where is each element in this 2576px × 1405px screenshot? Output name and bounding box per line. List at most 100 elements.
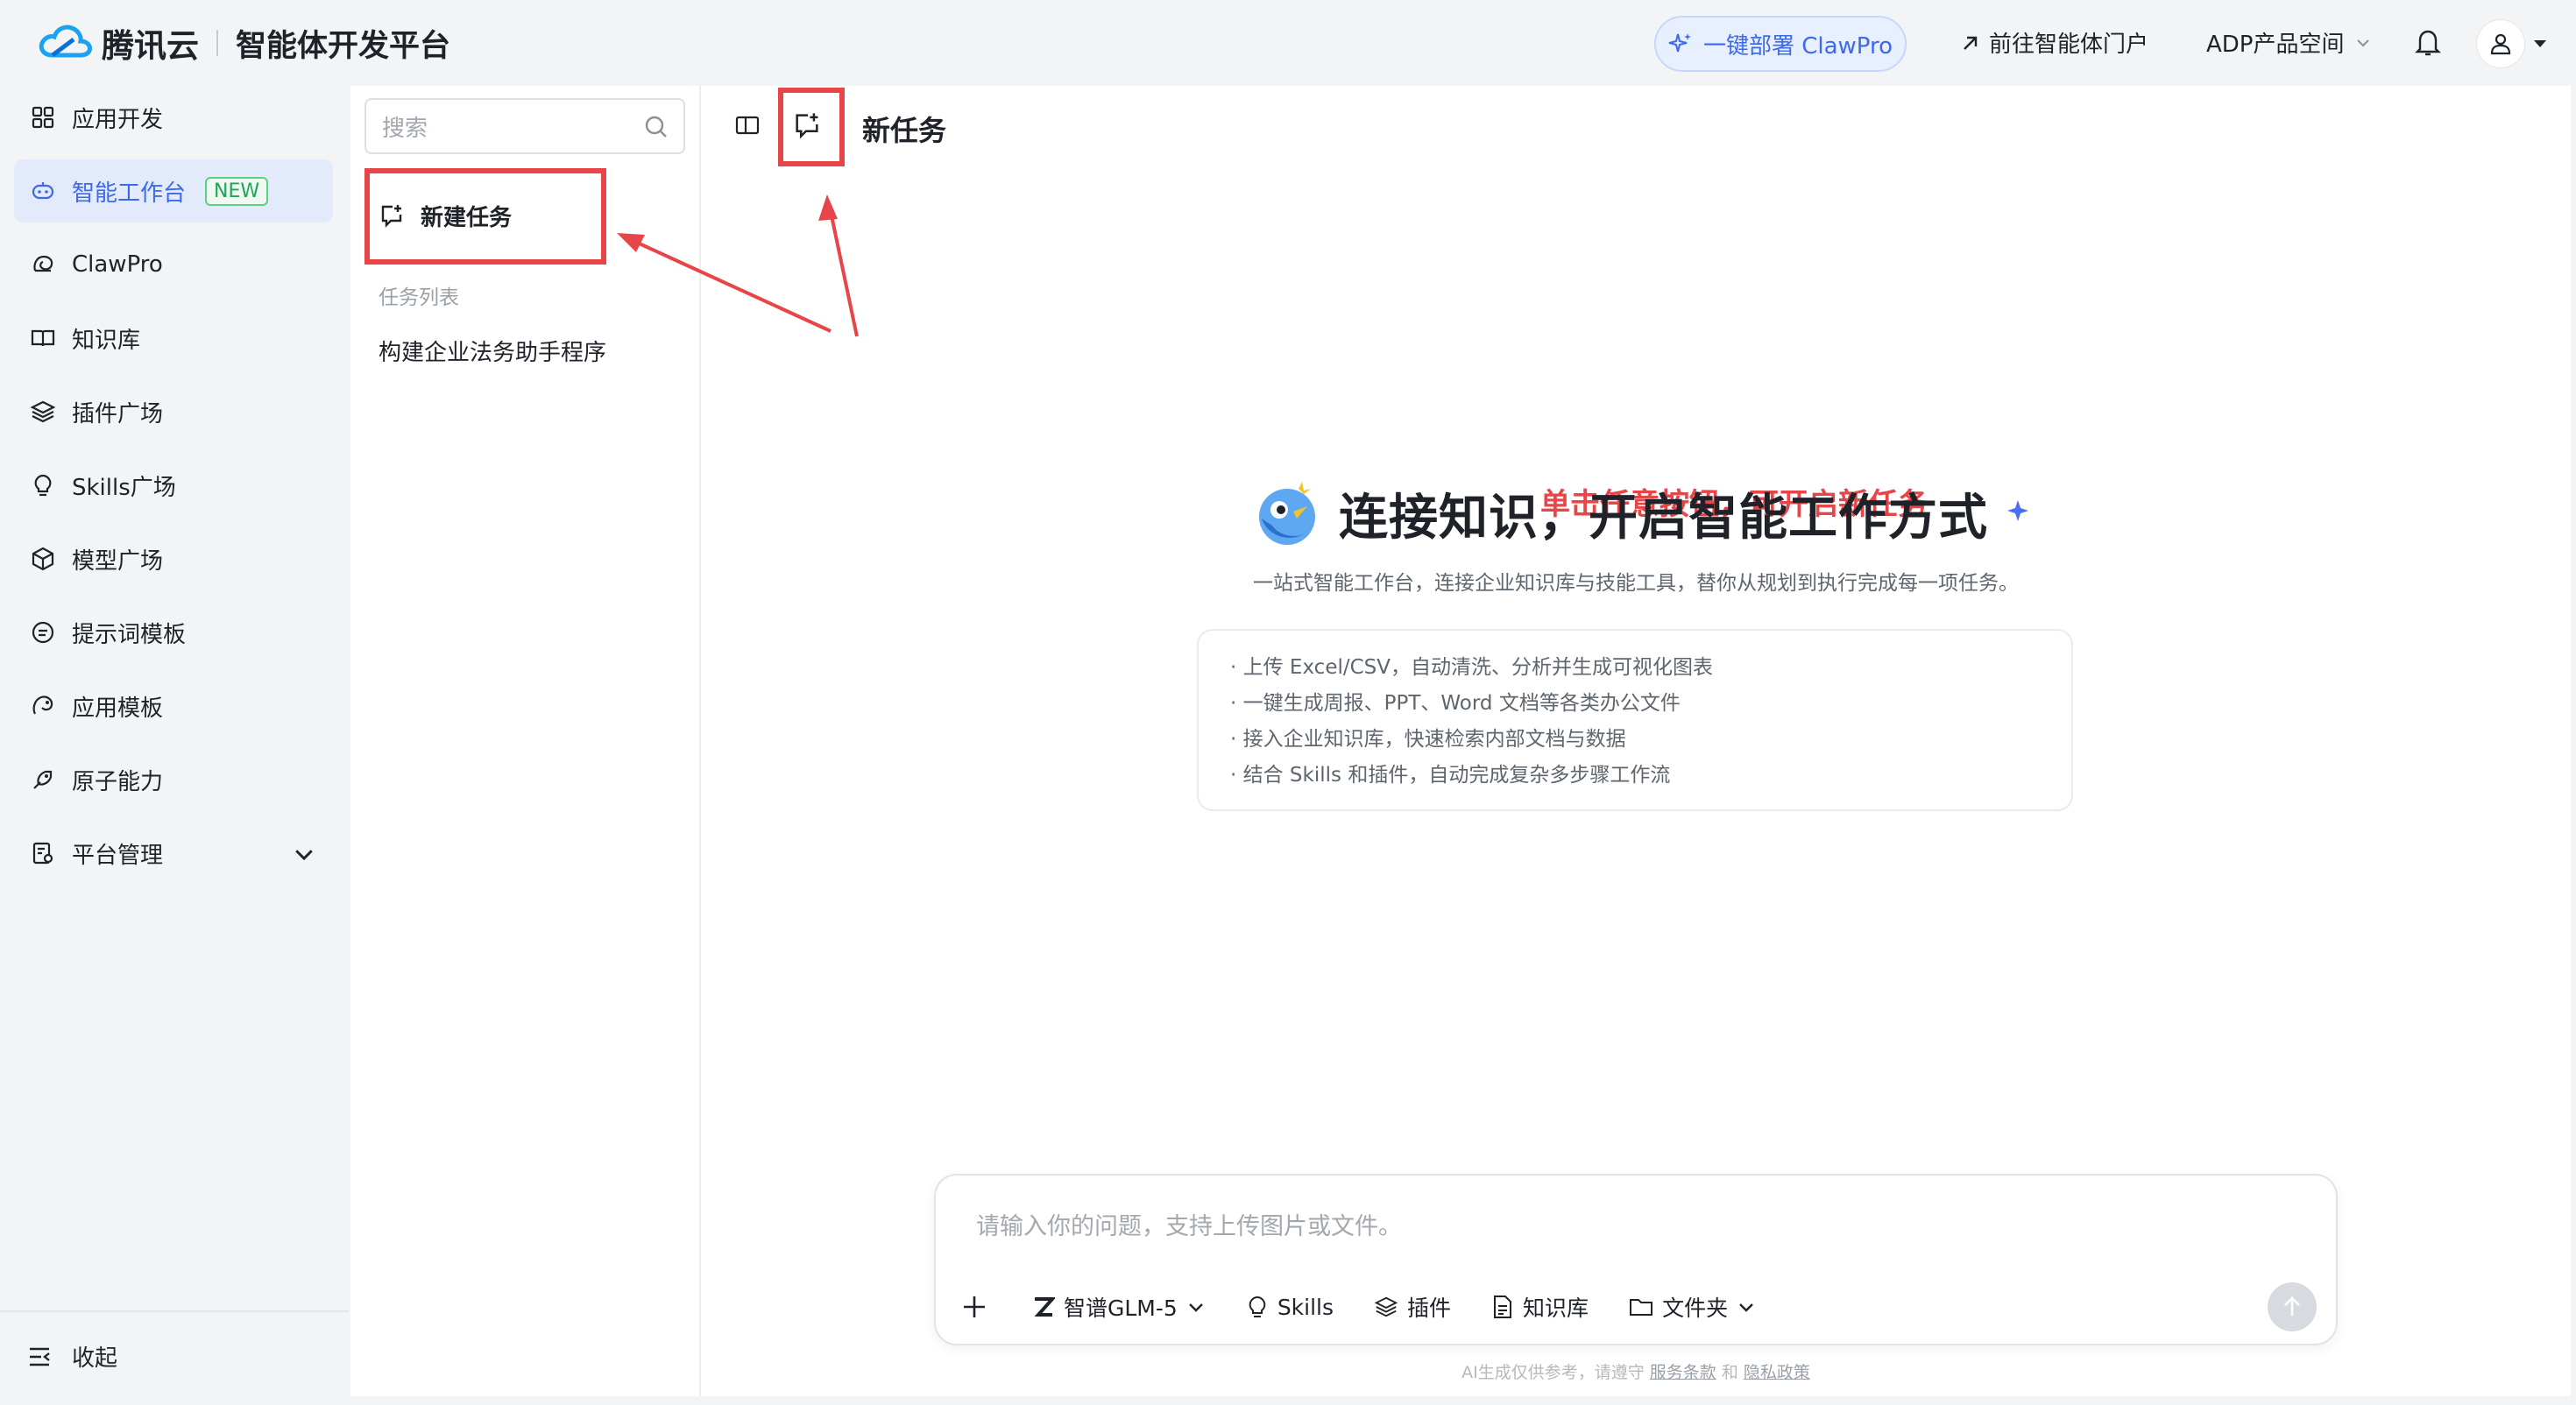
new-task-button[interactable]: 新建任务 — [364, 170, 603, 261]
sparkle-icon — [1668, 33, 1691, 53]
send-button[interactable] — [2268, 1282, 2317, 1331]
sidebar-item-label: 应用开发 — [72, 106, 164, 133]
sidebar-item-label: 插件广场 — [72, 400, 164, 427]
disclaimer-text: AI生成仅供参考，请遵守 — [1461, 1363, 1645, 1382]
chat-composer[interactable]: 请输入你的问题，支持上传图片或文件。 智谱GLM-5 Skills 插件 知识库… — [934, 1174, 2338, 1345]
top-header: 腾讯云 智能体开发平台 一键部署 ClawPro 前往智能体门户 ADP产品空间 — [0, 0, 2576, 86]
sidebar-item-label: 智能工作台 — [72, 180, 187, 207]
new-task-icon-button[interactable] — [792, 110, 822, 144]
bird-mascot-icon — [1259, 481, 1315, 545]
feature-list: · 上传 Excel/CSV，自动清洗、分析并生成可视化图表 · 一键生成周报、… — [1197, 629, 2073, 811]
model-selector[interactable]: 智谱GLM-5 — [1032, 1291, 1206, 1323]
sidebar-item-label: 模型广场 — [72, 547, 164, 575]
search-placeholder: 搜索 — [382, 115, 428, 142]
user-menu[interactable] — [2476, 19, 2548, 68]
arrow-up-icon — [2284, 1296, 2300, 1316]
page-title: 新任务 — [862, 114, 947, 147]
document-icon — [1494, 1296, 1512, 1318]
sidebar-item-workbench[interactable]: 智能工作台 NEW — [14, 159, 333, 222]
sidebar-item-models[interactable]: 模型广场 — [14, 527, 333, 590]
sidebar-item-skills[interactable]: Skills广场 — [14, 454, 333, 517]
cube-icon — [32, 547, 54, 571]
feature-item: · 一键生成周报、PPT、Word 文档等各类办公文件 — [1230, 692, 1681, 715]
sidebar-item-label: 知识库 — [72, 327, 141, 354]
platform-title: 智能体开发平台 — [236, 28, 451, 64]
sidebar-item-app-templates[interactable]: 应用模板 — [14, 674, 333, 738]
task-list-heading: 任务列表 — [379, 286, 459, 309]
folder-icon — [1630, 1299, 1653, 1316]
sidebar-item-label: Skills广场 — [72, 474, 176, 501]
agent-portal-label: 前往智能体门户 — [1989, 32, 2149, 58]
plugins-button[interactable]: 插件 — [1374, 1291, 1451, 1323]
sidebar-item-clawpro[interactable]: ClawPro — [14, 233, 333, 296]
new-chat-icon — [796, 113, 818, 139]
ai-disclaimer: AI生成仅供参考，请遵守 服务条款 和 隐私政策 — [701, 1359, 2571, 1383]
message-icon — [32, 621, 54, 644]
logo-divider — [216, 30, 218, 56]
chevron-down-icon — [1188, 1303, 1203, 1312]
knowledge-label: 知识库 — [1523, 1296, 1589, 1321]
feature-item: · 上传 Excel/CSV，自动清洗、分析并生成可视化图表 — [1230, 656, 1714, 679]
terms-link[interactable]: 服务条款 — [1650, 1363, 1716, 1382]
search-icon — [645, 116, 667, 138]
sidebar-item-label: 提示词模板 — [72, 621, 187, 648]
chevron-down-icon — [2356, 39, 2369, 46]
hero-title: 连接知识，开启智能工作方式 — [1339, 490, 1988, 547]
deploy-clawpro-label: 一键部署 ClawPro — [1702, 32, 1893, 60]
sidebar-item-label: 平台管理 — [72, 842, 164, 869]
collapse-sidebar-button[interactable]: 收起 — [26, 1340, 117, 1373]
sidebar-item-label: ClawPro — [72, 251, 163, 278]
agent-portal-link[interactable]: 前往智能体门户 — [1961, 26, 2148, 59]
model-label: 智谱GLM-5 — [1064, 1296, 1178, 1321]
hero-heading: 连接知识，开启智能工作方式 — [1253, 478, 2042, 549]
sidebar-item-prompts[interactable]: 提示词模板 — [14, 601, 333, 664]
notification-bell-icon[interactable] — [2415, 28, 2441, 61]
add-attachment-button[interactable] — [960, 1293, 988, 1321]
claw-icon — [33, 255, 53, 272]
collapse-label: 收起 — [72, 1345, 118, 1372]
new-task-label: 新建任务 — [421, 204, 513, 231]
chevron-down-icon — [1739, 1303, 1753, 1312]
sidebar-item-app-dev[interactable]: 应用开发 — [14, 86, 333, 149]
layers-icon — [1374, 1296, 1398, 1317]
sidebar-item-platform-admin[interactable]: 平台管理 — [14, 822, 333, 885]
bulb-icon — [34, 474, 52, 497]
template-icon — [32, 695, 53, 715]
skills-button[interactable]: Skills — [1246, 1295, 1334, 1320]
arrow-up-right-icon — [1964, 36, 1978, 50]
privacy-link[interactable]: 隐私政策 — [1744, 1363, 1810, 1382]
deploy-clawpro-button[interactable]: 一键部署 ClawPro — [1654, 16, 1907, 72]
new-badge: NEW — [205, 176, 269, 206]
chat-input[interactable]: 请输入你的问题，支持上传图片或文件。 — [976, 1207, 1402, 1241]
zhipu-logo-icon — [1034, 1297, 1055, 1317]
robot-icon — [32, 182, 54, 200]
folder-selector[interactable]: 文件夹 — [1629, 1291, 1756, 1323]
plugins-label: 插件 — [1407, 1296, 1452, 1321]
sidebar-item-plugins[interactable]: 插件广场 — [14, 380, 333, 443]
sidebar-item-knowledge[interactable]: 知识库 — [14, 307, 333, 370]
sidebar-divider — [0, 1310, 349, 1312]
atom-icon — [33, 770, 53, 789]
hero-subtitle: 一站式智能工作台，连接企业知识库与技能工具，替你从规划到执行完成每一项任务。 — [1253, 572, 2019, 595]
task-search-input[interactable]: 搜索 — [364, 98, 685, 154]
brand-logo[interactable]: 腾讯云 — [35, 19, 199, 67]
task-list-item[interactable]: 构建企业法务助手程序 — [379, 335, 606, 367]
feature-item: · 接入企业知识库，快速检索内部文档与数据 — [1230, 728, 1626, 751]
main-panel: 新任务 单击任意按钮，可开启新任务 连接知识，开启智能工作方式 一站式智能工作台… — [701, 86, 2571, 1396]
grid-icon — [32, 106, 54, 129]
sidebar-item-atomic[interactable]: 原子能力 — [14, 748, 333, 811]
composer-toolbar: 智谱GLM-5 Skills 插件 知识库 文件夹 — [960, 1281, 1796, 1333]
sidebar-toggle-icon — [735, 116, 760, 135]
toggle-task-panel-button[interactable] — [734, 112, 761, 142]
feature-item: · 结合 Skills 和插件，自动完成复杂多步骤工作流 — [1230, 764, 1671, 787]
collapse-icon — [30, 1347, 50, 1366]
knowledge-button[interactable]: 知识库 — [1491, 1291, 1589, 1323]
chevron-down-icon — [295, 850, 313, 861]
disclaimer-and: 和 — [1721, 1363, 1738, 1382]
new-chat-icon — [381, 205, 402, 228]
tencent-cloud-icon — [39, 25, 92, 58]
sidebar-nav: 应用开发 智能工作台 NEW ClawPro 知识库 插件广场 Skills广场… — [0, 86, 349, 1405]
app-root: 腾讯云 智能体开发平台 一键部署 ClawPro 前往智能体门户 ADP产品空间 — [0, 0, 2576, 1405]
product-space-dropdown[interactable]: ADP产品空间 — [2206, 26, 2371, 59]
skills-label: Skills — [1277, 1294, 1334, 1320]
